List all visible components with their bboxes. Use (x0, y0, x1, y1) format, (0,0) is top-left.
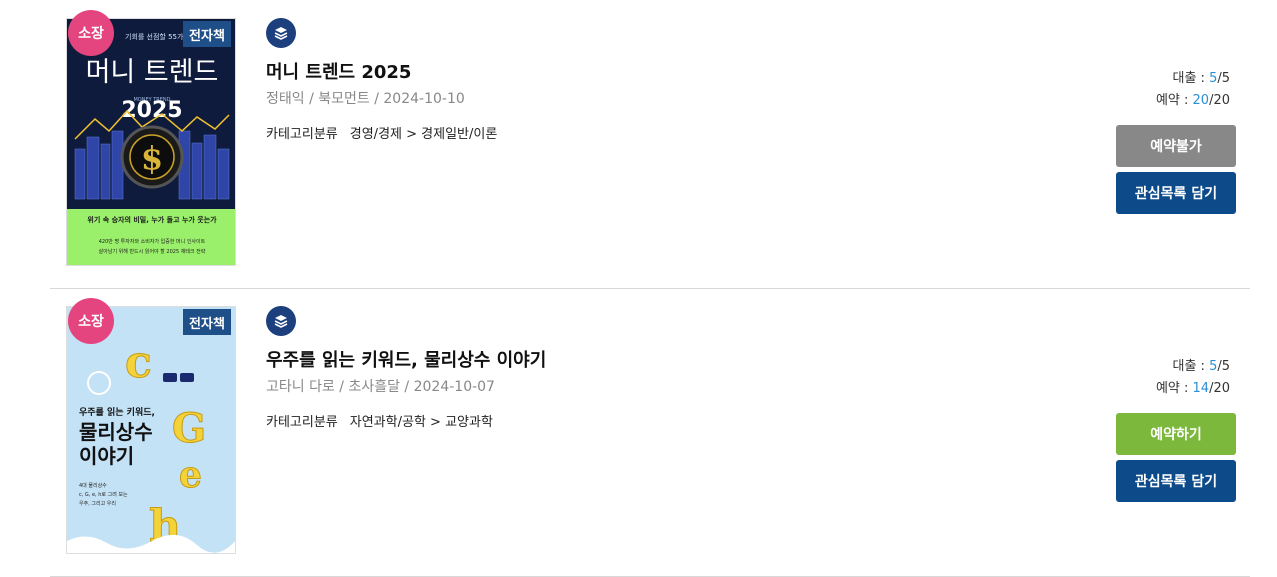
ebook-type-icon (266, 18, 296, 48)
cover-letter-c: c (125, 337, 152, 388)
cover-small2: c, G, e, h로 그려 보는 (79, 491, 128, 498)
loan-count: 대출 : 5/5 (1172, 359, 1230, 374)
book-item: c G e h 우주를 읽는 키워드, 물리상수 이야기 4대 물리상수 c, … (50, 288, 1250, 577)
cover-desc1: 420만 명 투자자와 소비자가 입증한 머니 인사이트 (99, 238, 206, 245)
cover-small3: 우주, 그리고 우리 (79, 500, 116, 507)
reserve-button[interactable]: 예약하기 (1116, 413, 1236, 455)
category-value: 경영/경제 > 경제일반/이론 (349, 127, 498, 142)
availability-stats: 대출 : 5/5 예약 : 14/20 (1110, 356, 1230, 400)
ebook-type-icon (266, 306, 296, 336)
book-category: 카테고리분류 경영/경제 > 경제일반/이론 (266, 123, 497, 142)
reserve-unavailable-button[interactable]: 예약불가 (1116, 125, 1236, 167)
book-meta: 정태익 / 북모먼트 / 2024-10-10 (266, 91, 465, 107)
cover-line1: 우주를 읽는 키워드, (79, 406, 155, 418)
book-meta: 고타니 다로 / 초사흘달 / 2024-10-07 (266, 379, 495, 395)
cover-title: 머니 트렌드 (86, 57, 219, 88)
cover-line3: 이야기 (79, 444, 134, 468)
book-category: 카테고리분류 자연과학/공학 > 교양과학 (266, 411, 493, 430)
owned-badge: 소장 (68, 10, 114, 56)
book-item: 기회를 선점할 55가지 머니 트렌드 MONEY TREND 2025 $ 위… (50, 0, 1250, 289)
owned-badge: 소장 (68, 298, 114, 344)
category-label: 카테고리분류 (266, 127, 338, 142)
cover-art: c G e h 우주를 읽는 키워드, 물리상수 이야기 4대 물리상수 c, … (67, 307, 235, 553)
cover-line2: 물리상수 (79, 420, 153, 444)
availability-stats: 대출 : 5/5 예약 : 20/20 (1110, 68, 1230, 112)
category-label: 카테고리분류 (266, 415, 338, 430)
reserve-count: 예약 : 14/20 (1155, 381, 1230, 396)
ebook-badge: 전자책 (183, 21, 231, 47)
cover-art: 기회를 선점할 55가지 머니 트렌드 MONEY TREND 2025 $ 위… (67, 19, 235, 265)
svg-text:$: $ (141, 139, 163, 177)
cover-letter-g: G (172, 405, 206, 452)
add-wishlist-button[interactable]: 관심목록 담기 (1116, 172, 1236, 214)
book-title[interactable]: 머니 트렌드 2025 (266, 58, 411, 84)
cover-top-line: 기회를 선점할 55가지 (125, 32, 190, 41)
cover-year: 2025 (121, 98, 182, 123)
cover-letter-e: e (179, 454, 202, 496)
cover-small1: 4대 물리상수 (79, 482, 107, 489)
ebook-badge: 전자책 (183, 309, 231, 335)
cover-desc2: 살아남기 위해 반드시 읽어야 할 2025 재테크 전략 (99, 248, 206, 255)
category-value: 자연과학/공학 > 교양과학 (349, 415, 493, 430)
cover-tagline: 위기 속 승자의 비밀, 누가 돌고 누가 웃는가 (87, 215, 217, 224)
add-wishlist-button[interactable]: 관심목록 담기 (1116, 460, 1236, 502)
loan-count: 대출 : 5/5 (1172, 71, 1230, 86)
reserve-count: 예약 : 20/20 (1155, 93, 1230, 108)
book-title[interactable]: 우주를 읽는 키워드, 물리상수 이야기 (266, 346, 546, 372)
